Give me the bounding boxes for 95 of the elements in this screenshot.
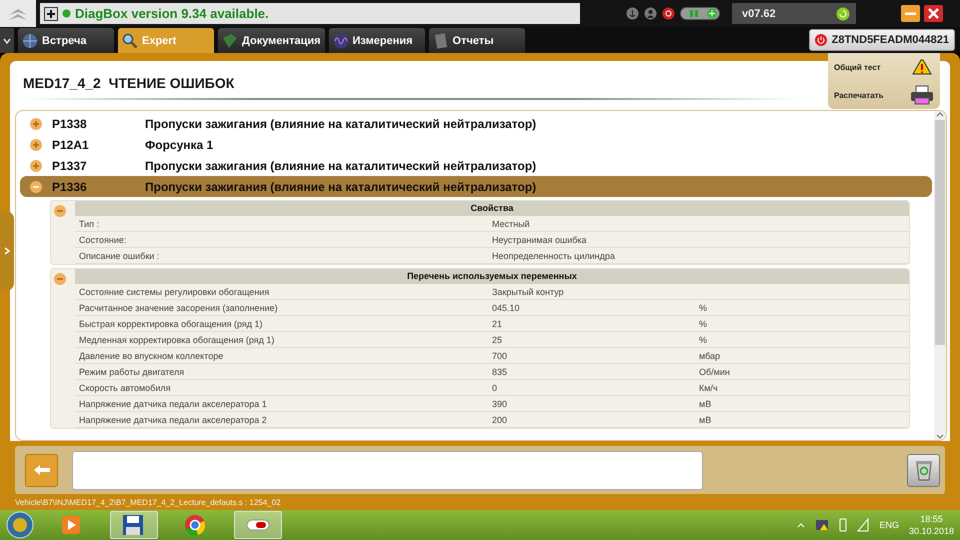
user-icon[interactable]: [644, 7, 657, 20]
fault-description: Форсунка 1: [145, 138, 214, 152]
parameter-value: 0: [492, 382, 498, 392]
clock-date: 30.10.2018: [908, 525, 954, 537]
scrollbar[interactable]: [934, 111, 946, 440]
collapse-icon[interactable]: [54, 273, 66, 285]
parameter-value: 045.10: [492, 302, 521, 312]
parameter-value: 700: [492, 350, 508, 360]
parameter-label: Тип :: [78, 218, 100, 228]
tab[interactable]: Отчеты: [428, 28, 525, 53]
parameter-label: Расчитанное значение засорения (заполнение): [78, 302, 279, 312]
battery-icon[interactable]: [839, 518, 848, 532]
parameter-value: Неопределенность цилиндра: [492, 250, 616, 260]
magnifier-icon: [122, 32, 138, 48]
collapse-icon[interactable]: [30, 180, 42, 192]
close-icon[interactable]: [924, 5, 943, 22]
parameter-label: Напряжение датчика педали акселератора 1: [78, 398, 268, 408]
update-notice: DiagBox version 9.34 available.: [75, 6, 269, 21]
parameter-unit: мВ: [699, 414, 712, 424]
tab[interactable]: Встреча: [18, 28, 114, 53]
parameter-unit: мбар: [699, 350, 722, 360]
parameter-value: Закрытый контур: [492, 286, 565, 296]
chevron-down-icon: [3, 38, 11, 44]
scroll-down-icon: [936, 434, 944, 440]
scroll-up-icon: [936, 111, 944, 117]
power-icon: [814, 34, 827, 46]
fault-description: Пропуски зажигания (влияние на каталитический нейтрализатор): [145, 180, 536, 194]
collapse-icon[interactable]: [54, 205, 66, 217]
collapse-toggle[interactable]: [0, 28, 14, 53]
menu-item[interactable]: Общий тест: [834, 56, 934, 78]
plus-button-icon[interactable]: [44, 6, 58, 20]
parameter-label: Напряжение датчика педали акселератора 2: [78, 414, 268, 424]
fault-code: P1336: [52, 180, 88, 194]
parameter-value: Неустранимая ошибка: [492, 234, 588, 244]
page-title: MED17_4_2 ЧТЕНИЕ ОШИБОК: [23, 75, 234, 92]
tab[interactable]: Документация: [218, 28, 325, 53]
tab[interactable]: Измерения: [328, 28, 425, 53]
fault-row[interactable]: P1336 Пропуски зажигания (влияние на каталитический нейтрализатор): [20, 176, 932, 197]
vin-button[interactable]: Z8TND5FEADM044821: [808, 29, 955, 51]
back-button[interactable]: [25, 454, 58, 486]
fault-code: P1338: [52, 116, 88, 130]
parameter-label: Скорость автомобиля: [78, 382, 172, 392]
section-header: Свойства: [75, 201, 909, 216]
tray-expand-icon[interactable]: [797, 522, 806, 528]
expand-icon[interactable]: [30, 138, 42, 150]
menu-item[interactable]: Распечатать: [834, 84, 934, 106]
expand-icon[interactable]: [30, 160, 42, 172]
recycle-bin-button[interactable]: [907, 454, 940, 486]
parameter-unit: мВ: [699, 398, 712, 408]
parameter-unit: %: [699, 318, 708, 328]
side-panel-toggle[interactable]: [0, 211, 14, 291]
parameter-unit: Км/ч: [699, 382, 719, 392]
fault-description: Пропуски зажигания (влияние на каталитический нейтрализатор): [145, 158, 536, 172]
parameter-unit: Об/мин: [699, 366, 731, 376]
arrow-left-icon: [32, 464, 50, 476]
fault-code: P1337: [52, 158, 88, 172]
warning-icon: [912, 58, 934, 76]
parameter-unit: %: [699, 302, 708, 312]
fault-row[interactable]: P1337 Пропуски зажигания (влияние на каталитический нейтрализатор): [20, 155, 932, 176]
parameter-value: 200: [492, 414, 508, 424]
start-button-icon[interactable]: [6, 511, 34, 539]
parameter-value: 21: [492, 318, 504, 328]
fault-row[interactable]: P1338 Пропуски зажигания (влияние на каталитический нейтрализатор): [20, 113, 932, 134]
globe-icon: [22, 32, 38, 48]
connection-indicator-icon: [680, 7, 720, 20]
chevron-right-icon: [4, 247, 10, 255]
waveform-icon: [332, 32, 349, 48]
refresh-icon[interactable]: [836, 6, 850, 20]
expand-icon[interactable]: [30, 118, 42, 130]
minimize-icon[interactable]: [901, 5, 920, 22]
parameter-label: Описание ошибки :: [78, 250, 160, 260]
parameter-value: Местный: [492, 218, 531, 228]
parameter-value: 835: [492, 366, 508, 376]
fault-code: P12A1: [52, 138, 90, 152]
message-field[interactable]: [72, 450, 703, 490]
parameter-label: Быстрая корректировка обогащения (ряд 1): [78, 318, 264, 328]
printer-icon: [910, 85, 934, 105]
parameter-value: 25: [492, 334, 504, 344]
recycle-bin-icon: [914, 459, 932, 481]
section-header: Перечень используемых переменных: [75, 269, 909, 284]
version-label: v07.62: [742, 8, 776, 20]
parameter-value: 390: [492, 398, 508, 408]
document-icon: [432, 32, 449, 48]
parameter-label: Давление во впускном коллекторе: [78, 350, 224, 360]
signal-icon[interactable]: [857, 518, 870, 532]
status-dot-icon: [62, 9, 71, 18]
parameter-unit: %: [699, 334, 708, 344]
fault-description: Пропуски зажигания (влияние на каталитический нейтрализатор): [145, 116, 536, 130]
parameter-label: Состояние:: [78, 234, 128, 244]
fault-row[interactable]: P12A1 Форсунка 1: [20, 134, 932, 155]
parameter-label: Медленная корректировка обогащения (ряд 1): [78, 334, 276, 344]
file-path: Vehicle\B7\INJ\MED17_4_2\B7_MED17_4_2_Lecture_defauts.s : 1254_02: [14, 497, 282, 507]
clock-time: 18:55: [920, 513, 943, 525]
parameter-label: Режим работы двигателя: [78, 366, 186, 376]
parameter-label: Состояние системы регулировки обогащения: [78, 286, 270, 296]
